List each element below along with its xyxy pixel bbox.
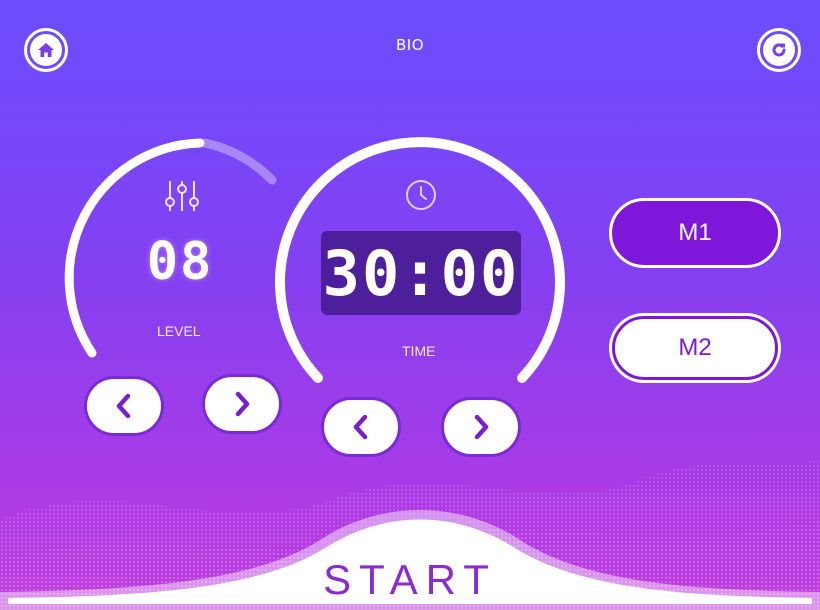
mode-m1-button[interactable]: M1 — [609, 198, 781, 268]
level-label: LEVEL — [157, 323, 201, 339]
level-arc-fill — [200, 138, 277, 185]
time-display: 30:00 — [321, 231, 521, 315]
chevron-left-icon — [353, 414, 368, 440]
level-value: 08 — [146, 232, 214, 292]
time-label: TIME — [402, 343, 436, 359]
chevron-right-icon — [235, 391, 250, 417]
chevron-left-icon — [116, 393, 131, 419]
level-decrease-button[interactable] — [84, 376, 164, 436]
level-increase-button[interactable] — [202, 374, 282, 434]
chevron-right-icon — [474, 414, 489, 440]
clock-icon — [406, 180, 436, 210]
sliders-icon — [165, 181, 199, 211]
time-decrease-button[interactable] — [321, 397, 401, 457]
time-increase-button[interactable] — [441, 397, 521, 457]
start-button[interactable]: START — [0, 556, 820, 604]
mode-m2-button[interactable]: M2 — [612, 316, 778, 380]
